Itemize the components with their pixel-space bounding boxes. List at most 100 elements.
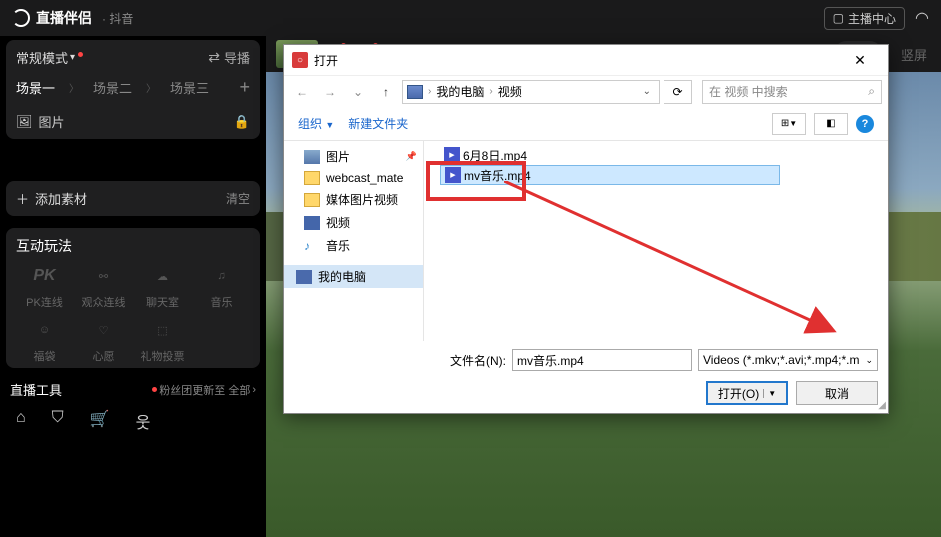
search-input[interactable]: 在 视频 中搜索 ⌕ <box>702 80 882 104</box>
file-item[interactable]: 6月8日.mp4 <box>440 145 884 165</box>
back-button[interactable]: ← <box>290 80 314 104</box>
tools-header: 直播工具 粉丝团更新至 全部 › <box>10 380 256 399</box>
file-item-selected[interactable]: mv音乐.mp4 <box>440 165 780 185</box>
tree-item-videos[interactable]: 视频 <box>284 211 423 234</box>
view-mode-button[interactable]: ⊞ ▼ <box>772 113 806 135</box>
mp4-icon <box>445 167 461 183</box>
add-material-label: 添加素材 <box>35 189 87 208</box>
chevron-down-icon: ▾ <box>70 52 75 63</box>
app-subtitle: · 抖音 <box>102 10 133 27</box>
picture-folder-icon <box>304 150 320 164</box>
dialog-nav-bar: ← → ⌄ ↑ › 我的电脑 › 视频 ⌄ ⟳ 在 视频 中搜索 ⌕ <box>284 75 888 107</box>
close-button[interactable]: ✕ <box>840 47 880 73</box>
tree-item-media[interactable]: 媒体图片视频 <box>284 188 423 211</box>
notification-dot <box>152 387 157 392</box>
scene-tab-2[interactable]: 场景二 <box>93 78 132 97</box>
anchor-center-label: 主播中心 <box>848 10 896 27</box>
wish-button[interactable]: ♡心愿 <box>75 316 132 364</box>
image-icon: 🖼 <box>16 114 33 130</box>
pin-icon: 📌 <box>406 151 417 162</box>
scene-tab-3[interactable]: 场景三 <box>170 78 209 97</box>
mode-panel: 常规模式 ▾ ⇄ 导播 场景一 〉 场景二 〉 场景三 + 🖼 <box>6 40 260 139</box>
tree-item-pictures[interactable]: 图片📌 <box>284 145 423 168</box>
tree-label: 媒体图片视频 <box>326 191 398 208</box>
cart-icon[interactable]: 🛒 <box>90 409 110 433</box>
anchor-center-button[interactable]: ▢ 主播中心 <box>824 7 905 30</box>
filetype-text: Videos (*.mkv;*.avi;*.mp4;*.m <box>703 353 860 367</box>
interact-title: 互动玩法 <box>16 236 250 256</box>
app-logo-icon <box>12 9 30 27</box>
chat-icon: ☁ <box>149 262 177 290</box>
chevron-right-icon: › <box>425 86 434 97</box>
chatroom-button[interactable]: ☁聊天室 <box>134 262 191 310</box>
guide-broadcast-button[interactable]: ⇄ 导播 <box>208 48 250 67</box>
notification-dot <box>78 52 83 57</box>
vote-icon: ⬚ <box>149 316 177 344</box>
tree-item-pc[interactable]: 我的电脑 <box>284 265 423 288</box>
filetype-select[interactable]: Videos (*.mkv;*.avi;*.mp4;*.m ⌄ <box>698 349 878 371</box>
image-label: 图片 <box>39 112 65 131</box>
add-scene-button[interactable]: + <box>239 77 250 98</box>
open-button[interactable]: 打开(O) ▼ <box>706 381 788 405</box>
forward-button: → <box>318 80 342 104</box>
person-icon[interactable]: 웃 <box>136 409 151 433</box>
mode-selector[interactable]: 常规模式 ▾ <box>16 48 83 67</box>
refresh-button[interactable]: ⟳ <box>664 80 692 104</box>
help-button[interactable]: ? <box>856 115 874 133</box>
chevron-down-icon: ▼ <box>763 389 776 398</box>
portrait-tab[interactable]: 竖屏 <box>897 41 931 68</box>
filename-input[interactable] <box>512 349 692 371</box>
chevron-down-icon: ▼ <box>789 119 797 128</box>
folder-icon <box>304 171 320 185</box>
open-button-label: 打开(O) <box>718 385 759 402</box>
shield-icon[interactable]: ⛉ <box>52 409 64 433</box>
resize-grip[interactable]: ◢ <box>878 400 886 411</box>
chevron-right-icon: › <box>486 86 495 97</box>
new-folder-button[interactable]: 新建文件夹 <box>348 115 408 132</box>
folder-tree: 图片📌 webcast_mate 媒体图片视频 视频 ♪音乐 我的电脑 <box>284 141 424 341</box>
chevron-icon: 〉 <box>69 80 79 95</box>
tree-label: 视频 <box>326 214 350 231</box>
breadcrumb-dropdown[interactable]: ⌄ <box>639 86 655 97</box>
clear-button[interactable]: 清空 <box>226 190 250 207</box>
music-label: 音乐 <box>211 294 233 310</box>
music-icon: ♪ <box>304 239 320 253</box>
tree-item-music[interactable]: ♪音乐 <box>284 234 423 257</box>
chevron-down-icon: ⌄ <box>865 355 873 366</box>
organize-menu[interactable]: 组织 ▼ <box>298 115 334 132</box>
cancel-button[interactable]: 取消 <box>796 381 878 405</box>
tools-update-link[interactable]: 粉丝团更新至 全部 › <box>152 382 256 398</box>
interact-panel: 互动玩法 PKPK连线 ⚯观众连线 ☁聊天室 ♫ 音乐 ☺福袋 ♡心愿 ⬚ 礼物投票 <box>6 228 260 368</box>
organize-label: 组织 <box>298 117 322 131</box>
music-icon: ♫ <box>208 262 236 290</box>
preview-pane-button[interactable]: ◧ <box>814 113 848 135</box>
headset-icon[interactable]: ◠ <box>915 8 929 28</box>
breadcrumb-item[interactable]: 视频 <box>498 83 522 100</box>
pk-link-button[interactable]: PKPK连线 <box>16 262 73 310</box>
chevron-down-icon: ▼ <box>325 120 334 130</box>
breadcrumb-bar[interactable]: › 我的电脑 › 视频 ⌄ <box>402 80 660 104</box>
folder-icon <box>304 193 320 207</box>
recent-dropdown[interactable]: ⌄ <box>346 80 370 104</box>
audience-link-button[interactable]: ⚯观众连线 <box>75 262 132 310</box>
lucky-bag-label: 福袋 <box>34 348 56 364</box>
tree-item-webcast[interactable]: webcast_mate <box>284 168 423 188</box>
lucky-bag-button[interactable]: ☺福袋 <box>16 316 73 364</box>
home-icon[interactable]: ⌂ <box>16 409 26 433</box>
add-material-button[interactable]: ＋ 添加素材 <box>16 189 87 208</box>
lock-icon[interactable]: 🔒 <box>234 114 250 130</box>
tool-icons-row: ⌂ ⛉ 🛒 웃 <box>0 399 266 433</box>
scene-tab-1[interactable]: 场景一 <box>16 78 55 97</box>
file-list[interactable]: 6月8日.mp4 mv音乐.mp4 <box>424 141 888 341</box>
dialog-body: 图片📌 webcast_mate 媒体图片视频 视频 ♪音乐 我的电脑 6月8日… <box>284 141 888 341</box>
gift-vote-button[interactable]: ⬚ 礼物投票 <box>134 316 191 364</box>
app-topbar: 直播伴侣 · 抖音 ▢ 主播中心 ◠ <box>0 0 941 36</box>
chevron-icon: 〉 <box>146 80 156 95</box>
music-button[interactable]: ♫ 音乐 <box>193 262 250 310</box>
add-material-panel: ＋ 添加素材 清空 <box>6 181 260 216</box>
image-item[interactable]: 🖼 图片 <box>16 112 65 131</box>
breadcrumb-item[interactable]: 我的电脑 <box>436 83 484 100</box>
annotation-arrow <box>504 181 864 351</box>
gift-vote-label: 礼物投票 <box>141 348 185 364</box>
up-button[interactable]: ↑ <box>374 80 398 104</box>
